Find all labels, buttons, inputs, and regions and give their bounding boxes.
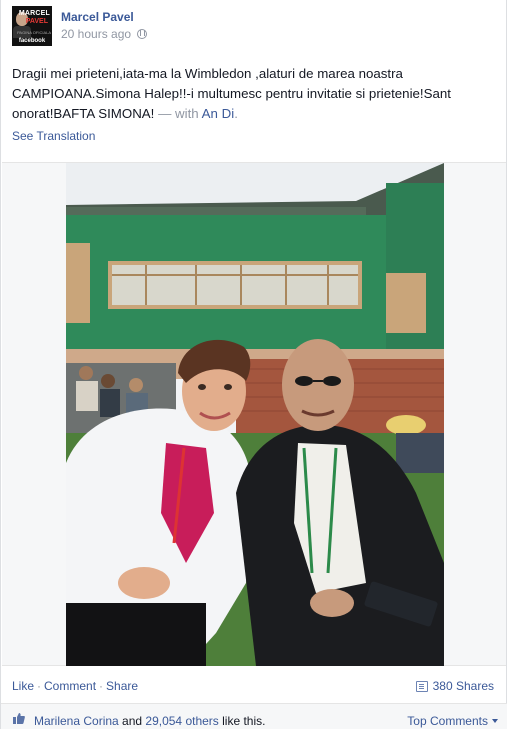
top-comments-dropdown[interactable]: Top Comments	[407, 714, 498, 728]
avatar-text-pavel: PAVEL	[25, 18, 48, 25]
post-photo[interactable]	[66, 163, 444, 666]
likes-suffix: like this.	[218, 714, 266, 728]
avatar[interactable]: MARCEL PAVEL PAGINA OFICIALA facebook	[12, 6, 52, 46]
likes-summary: Marilena Corina and 29,054 others like t…	[1, 704, 507, 729]
photo-illustration	[66, 163, 444, 666]
thumbs-up-icon	[13, 713, 25, 724]
post-meta: 20 hours ago	[61, 27, 148, 41]
separator: ·	[99, 679, 104, 693]
separator: ·	[37, 679, 42, 693]
author-name[interactable]: Marcel Pavel	[61, 10, 134, 24]
photo-container	[2, 162, 506, 666]
top-comments-label: Top Comments	[407, 714, 488, 728]
likes-text: Marilena Corina and 29,054 others like t…	[34, 714, 265, 728]
globe-icon[interactable]	[137, 29, 148, 39]
shares-count-link[interactable]: 380 Shares	[415, 679, 494, 693]
timestamp[interactable]: 20 hours ago	[61, 27, 131, 41]
avatar-text-facebook: facebook	[18, 38, 46, 44]
others-link[interactable]: 29,054 others	[145, 714, 218, 728]
chevron-down-icon	[492, 719, 498, 723]
tagged-suffix: .	[234, 106, 238, 121]
tagged-person-link[interactable]: An Di	[202, 106, 235, 121]
avatar-text-marcel: MARCEL	[18, 10, 50, 17]
with-label: — with	[154, 106, 202, 121]
post-header: MARCEL PAVEL PAGINA OFICIALA facebook Ma…	[12, 6, 492, 48]
see-translation-link[interactable]: See Translation	[12, 129, 95, 143]
post-card: MARCEL PAVEL PAGINA OFICIALA facebook Ma…	[0, 0, 507, 729]
likes-and: and	[118, 714, 146, 728]
share-icon	[415, 680, 428, 692]
like-button[interactable]: Like	[12, 679, 34, 693]
liker-name-link[interactable]: Marilena Corina	[34, 714, 119, 728]
post-text: Dragii mei prieteni,iata-ma la Wimbledon…	[12, 64, 492, 124]
share-button[interactable]: Share	[106, 679, 138, 693]
post-actions: Like · Comment · Share	[12, 679, 138, 693]
comment-button[interactable]: Comment	[44, 679, 96, 693]
avatar-text-official: PAGINA OFICIALA	[17, 30, 51, 35]
shares-count: 380 Shares	[432, 679, 494, 693]
